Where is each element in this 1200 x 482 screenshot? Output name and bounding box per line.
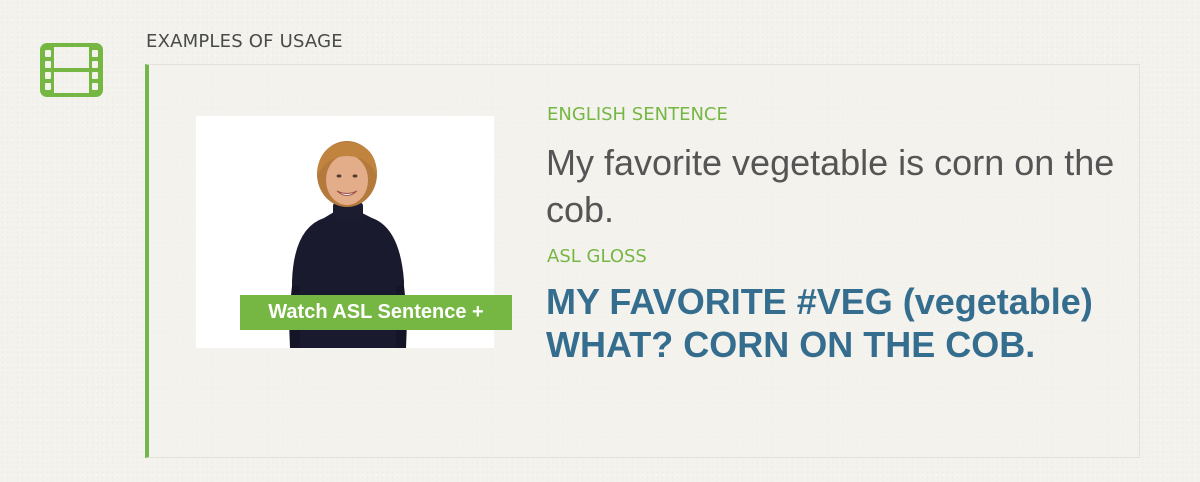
asl-gloss-sentence: MY FAVORITE #VEG (vegetable) WHAT? CORN … — [546, 281, 1093, 365]
watch-asl-sentence-button[interactable]: Watch ASL Sentence + — [240, 295, 512, 330]
english-sentence: My favorite vegetable is corn on the cob… — [546, 142, 1115, 230]
english-sentence-label: ENGLISH SENTENCE — [547, 104, 728, 125]
example-card: Watch ASL Sentence + ENGLISH SENTENCE My… — [145, 64, 1140, 458]
section-label: EXAMPLES OF USAGE — [146, 31, 343, 52]
film-icon — [40, 43, 103, 97]
asl-gloss-label: ASL GLOSS — [547, 246, 647, 267]
